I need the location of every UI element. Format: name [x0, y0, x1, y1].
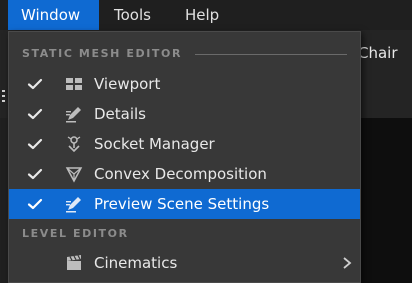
- menu-help[interactable]: Help: [172, 0, 232, 30]
- preview-settings-icon: [66, 197, 81, 213]
- left-panel-edge: [0, 118, 8, 283]
- section-divider: [195, 54, 347, 55]
- menu-item-label: Cinematics: [94, 254, 178, 272]
- menu-item-details[interactable]: Details: [9, 99, 360, 129]
- menu-item-label: Details: [94, 105, 147, 123]
- check-icon: [27, 198, 43, 210]
- menu-item-convex-decomposition[interactable]: Convex Decomposition: [9, 159, 360, 189]
- details-icon: [66, 107, 81, 123]
- clapperboard-icon: [67, 255, 81, 270]
- menu-bar: Window Tools Help: [0, 0, 412, 30]
- menu-item-viewport[interactable]: Viewport: [9, 69, 360, 99]
- chevron-right-icon: [343, 257, 352, 269]
- check-icon: [27, 168, 43, 180]
- check-icon: [27, 138, 43, 150]
- menu-item-preview-scene-settings[interactable]: Preview Scene Settings: [9, 189, 360, 219]
- toolbar-grip-handle[interactable]: [2, 90, 5, 104]
- section-header-level-editor: LEVEL EDITOR: [22, 227, 129, 240]
- socket-icon: [67, 136, 81, 153]
- menu-item-label: Preview Scene Settings: [94, 195, 270, 213]
- menu-tools[interactable]: Tools: [101, 0, 164, 30]
- menu-item-label: Socket Manager: [94, 135, 215, 153]
- menu-item-cinematics[interactable]: Cinematics: [9, 248, 360, 278]
- asset-title: Chair: [358, 44, 398, 62]
- convex-icon: [65, 167, 83, 183]
- menu-item-label: Convex Decomposition: [94, 165, 267, 183]
- section-header-static-mesh-editor: STATIC MESH EDITOR: [22, 47, 183, 60]
- menu-item-label: Viewport: [94, 75, 161, 93]
- window-menu-dropdown: STATIC MESH EDITOR Viewport Details Sock…: [8, 31, 361, 283]
- viewport-icon: [66, 78, 82, 90]
- menu-item-socket-manager[interactable]: Socket Manager: [9, 129, 360, 159]
- check-icon: [27, 108, 43, 120]
- menu-window[interactable]: Window: [8, 0, 99, 30]
- check-icon: [27, 78, 43, 90]
